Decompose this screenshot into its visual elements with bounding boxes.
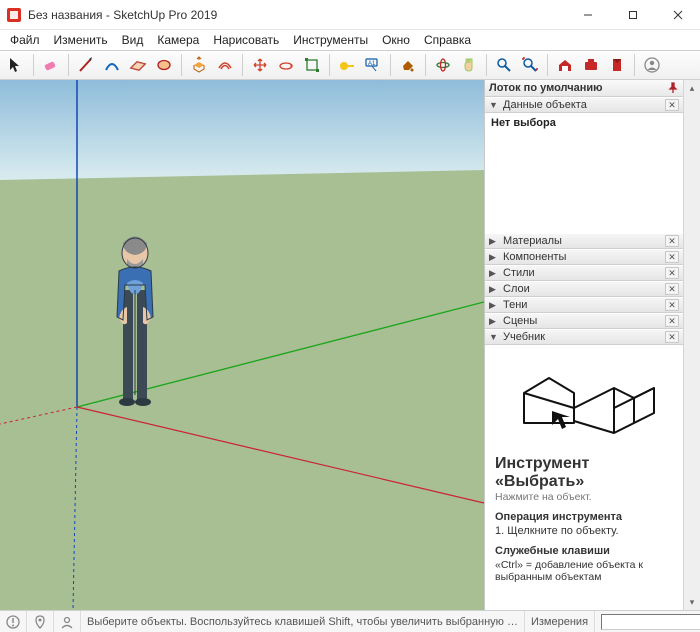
panel-shadows-header[interactable]: ▶ Тени ✕	[485, 297, 683, 313]
chevron-right-icon: ▶	[489, 284, 499, 295]
panel-layers-header[interactable]: ▶ Слои ✕	[485, 281, 683, 297]
panel-entity-info-body: Нет выбора	[485, 113, 683, 233]
window-maximize-button[interactable]	[610, 0, 655, 30]
panel-entity-info-label: Данные объекта	[503, 99, 587, 111]
tool-zoom[interactable]	[492, 53, 516, 77]
scroll-down-icon[interactable]: ▾	[684, 594, 700, 610]
chevron-right-icon: ▶	[489, 268, 499, 279]
tool-tape[interactable]	[335, 53, 359, 77]
tray-title[interactable]: Лоток по умолчанию	[485, 80, 683, 97]
tool-text[interactable]: A1	[361, 53, 385, 77]
panel-close-button[interactable]: ✕	[665, 315, 679, 327]
menu-edit[interactable]: Изменить	[48, 31, 114, 49]
tool-zoom-extents[interactable]	[518, 53, 542, 77]
chevron-right-icon: ▶	[489, 252, 499, 263]
panel-styles-header[interactable]: ▶ Стили ✕	[485, 265, 683, 281]
panel-components-header[interactable]: ▶ Компоненты ✕	[485, 249, 683, 265]
panel-instructor-body: Инструмент «Выбрать» Нажмите на объект. …	[485, 345, 683, 610]
tool-orbit[interactable]	[431, 53, 455, 77]
panel-entity-info-header[interactable]: ▼ Данные объекта ✕	[485, 97, 683, 113]
drawing-viewport[interactable]	[0, 80, 484, 610]
tool-warehouse[interactable]	[553, 53, 577, 77]
panel-styles-label: Стили	[503, 267, 535, 279]
tool-user[interactable]	[640, 53, 664, 77]
instructor-op-item: 1. Щелкните по объекту.	[495, 525, 673, 537]
tool-arc[interactable]	[100, 53, 124, 77]
tool-paint[interactable]	[396, 53, 420, 77]
instructor-title-2: «Выбрать»	[495, 473, 673, 491]
menu-draw[interactable]: Нарисовать	[207, 31, 285, 49]
title-bar: Без названия - SketchUp Pro 2019	[0, 0, 700, 30]
panel-scenes-header[interactable]: ▶ Сцены ✕	[485, 313, 683, 329]
tray-title-label: Лоток по умолчанию	[489, 82, 603, 94]
tool-line[interactable]	[74, 53, 98, 77]
app-icon	[6, 7, 22, 23]
chevron-right-icon: ▶	[489, 300, 499, 311]
instructor-illustration	[485, 345, 683, 455]
measurements-label: Измерения	[525, 611, 595, 632]
panel-shadows-label: Тени	[503, 299, 527, 311]
tool-offset[interactable]	[213, 53, 237, 77]
panel-instructor-label: Учебник	[503, 331, 545, 343]
chevron-down-icon: ▼	[489, 100, 499, 110]
tool-pan[interactable]	[457, 53, 481, 77]
toolbar: A1	[0, 50, 700, 80]
instructor-keys-item: «Ctrl» = добавление объекта к выбранным …	[495, 559, 673, 583]
panel-materials-label: Материалы	[503, 235, 562, 247]
status-bar: Выберите объекты. Воспользуйтесь клавише…	[0, 610, 700, 632]
panel-close-button[interactable]: ✕	[665, 299, 679, 311]
window-minimize-button[interactable]	[565, 0, 610, 30]
menu-camera[interactable]: Камера	[151, 31, 205, 49]
tool-scale[interactable]	[300, 53, 324, 77]
panel-materials-header[interactable]: ▶ Материалы ✕	[485, 233, 683, 249]
menu-window[interactable]: Окно	[376, 31, 416, 49]
tool-extensions[interactable]	[579, 53, 603, 77]
menu-file[interactable]: Файл	[4, 31, 46, 49]
scroll-up-icon[interactable]: ▴	[684, 80, 700, 96]
chevron-right-icon: ▶	[489, 236, 499, 247]
menu-help[interactable]: Справка	[418, 31, 477, 49]
window-title: Без названия - SketchUp Pro 2019	[28, 8, 565, 22]
status-hint: Выберите объекты. Воспользуйтесь клавише…	[87, 616, 518, 628]
instructor-title-1: Инструмент	[495, 455, 673, 473]
instructor-op-heading: Операция инструмента	[495, 511, 673, 523]
panel-close-button[interactable]: ✕	[665, 331, 679, 343]
menu-bar: Файл Изменить Вид Камера Нарисовать Инст…	[0, 30, 700, 50]
chevron-right-icon: ▶	[489, 316, 499, 327]
tool-layout[interactable]	[605, 53, 629, 77]
panel-components-label: Компоненты	[503, 251, 566, 263]
measurements-input[interactable]	[601, 614, 700, 630]
tool-circle[interactable]	[152, 53, 176, 77]
status-alert-icon[interactable]	[0, 611, 27, 632]
instructor-keys-heading: Служебные клавиши	[495, 545, 673, 557]
panel-close-button[interactable]: ✕	[665, 283, 679, 295]
chevron-down-icon: ▼	[489, 332, 499, 342]
default-tray: Лоток по умолчанию ▼ Данные объекта ✕ Не…	[484, 80, 700, 610]
instructor-subtitle: Нажмите на объект.	[495, 491, 673, 503]
window-close-button[interactable]	[655, 0, 700, 30]
status-credits-icon[interactable]	[54, 611, 81, 632]
menu-tools[interactable]: Инструменты	[287, 31, 374, 49]
tray-scrollbar[interactable]: ▴ ▾	[683, 80, 700, 610]
menu-view[interactable]: Вид	[116, 31, 150, 49]
tool-pushpull[interactable]	[187, 53, 211, 77]
panel-close-button[interactable]: ✕	[665, 251, 679, 263]
status-geo-icon[interactable]	[27, 611, 54, 632]
tool-rotate[interactable]	[274, 53, 298, 77]
pin-icon[interactable]	[667, 82, 679, 94]
tool-select[interactable]	[4, 53, 28, 77]
panel-scenes-label: Сцены	[503, 315, 537, 327]
tool-move[interactable]	[248, 53, 272, 77]
tool-eraser[interactable]	[39, 53, 63, 77]
panel-close-button[interactable]: ✕	[665, 99, 679, 111]
panel-layers-label: Слои	[503, 283, 530, 295]
tool-rectangle[interactable]	[126, 53, 150, 77]
panel-instructor-header[interactable]: ▼ Учебник ✕	[485, 329, 683, 345]
panel-close-button[interactable]: ✕	[665, 267, 679, 279]
panel-close-button[interactable]: ✕	[665, 235, 679, 247]
